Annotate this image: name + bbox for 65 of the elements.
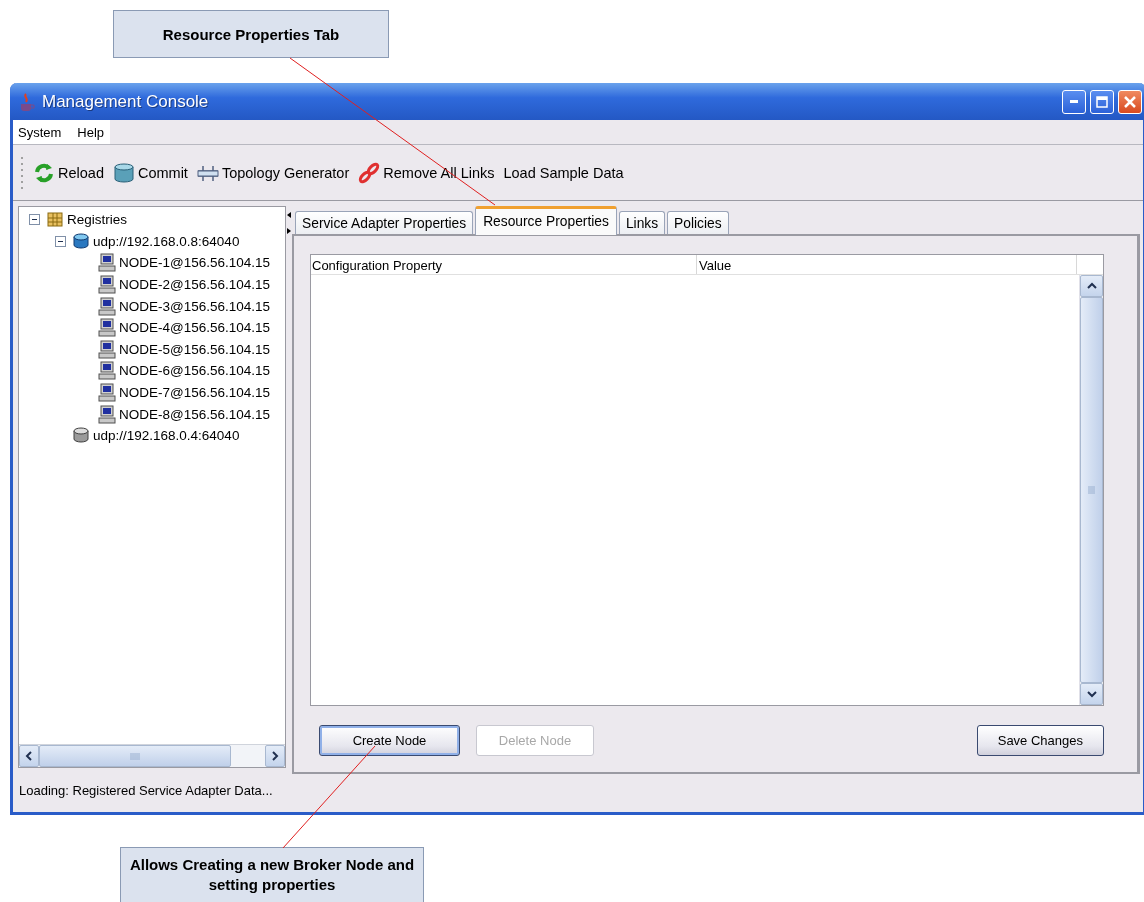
scroll-thumb[interactable] [39,745,231,767]
toolbar-button[interactable]: Load Sample Data [503,164,624,181]
toolbar-grip-icon [20,154,24,191]
computer-icon [98,361,116,381]
database-icon [72,231,90,251]
chevron-left-icon [25,751,33,761]
chevron-up-icon [1086,282,1097,290]
grid-box-icon [46,210,64,230]
tree-item[interactable]: NODE-4@156.56.104.15 [119,320,271,336]
tree-item[interactable]: udp://192.168.0.4:64040 [93,428,240,444]
computer-icon [98,404,116,424]
toolbar-button[interactable]: Reload [33,161,104,184]
button[interactable]: Save Changes [976,725,1104,756]
tree-item[interactable]: udp://192.168.0.8:64040 [93,233,240,249]
button[interactable]: Create Node [319,725,460,756]
tree-item[interactable]: NODE-1@156.56.104.15 [119,255,271,271]
column-header[interactable]: Value [697,255,1077,274]
tree-item[interactable]: Registries [67,212,128,228]
minimize-icon [1070,100,1078,103]
chevron-right-icon [271,751,279,761]
tree-item[interactable]: NODE-8@156.56.104.15 [119,406,271,422]
scroll-down-button[interactable] [1080,683,1103,705]
tree-item[interactable]: NODE-2@156.56.104.15 [119,277,271,293]
scroll-right-button[interactable] [265,745,285,767]
cup-icon [18,91,36,112]
tree-item[interactable]: NODE-6@156.56.104.15 [119,363,271,379]
tree-item[interactable]: NODE-5@156.56.104.15 [119,341,271,357]
window-title: Management Console [42,91,210,112]
tab[interactable]: Links [618,211,666,234]
collapse-icon[interactable] [28,214,40,226]
scroll-up-button[interactable] [1080,275,1103,297]
tab[interactable]: Resource Properties [475,206,617,235]
collapse-icon[interactable] [54,235,66,247]
horizontal-scrollbar[interactable] [19,744,285,767]
computer-icon [98,318,116,338]
tab[interactable]: Service Adapter Properties [295,211,474,234]
close-icon [1123,94,1137,109]
menu-item[interactable]: System [18,124,62,140]
status-text: Loading: Registered Service Adapter Data... [19,782,273,798]
tree-item[interactable]: NODE-7@156.56.104.15 [119,385,271,401]
database-icon [112,161,135,184]
callout-label: Allows Creating a new Broker Node and setting properties [120,847,424,902]
menu-item[interactable]: Help [77,124,105,140]
scroll-left-button[interactable] [19,745,39,767]
maximize-button[interactable] [1090,89,1114,114]
minimize-button[interactable] [1062,89,1086,114]
computer-icon [98,383,116,403]
arrow-left-icon [287,212,291,218]
computer-icon [98,296,116,316]
computer-icon [98,275,116,295]
broken-chain-icon [358,161,381,184]
callout-label: Resource Properties Tab [113,10,389,58]
database-icon [72,426,90,446]
maximize-icon [1096,95,1108,108]
chevron-down-icon [1086,690,1097,698]
computer-icon [98,339,116,359]
toolbar-button[interactable]: Commit [112,161,188,184]
arrow-right-icon [287,228,291,234]
tree-item[interactable]: NODE-3@156.56.104.15 [119,298,271,314]
close-button[interactable] [1118,89,1142,114]
refresh-icon [33,161,55,184]
column-header[interactable]: Configuration Property [311,255,697,274]
computer-icon [98,253,116,273]
toolbar-button[interactable]: Topology Generator [196,161,350,184]
tab[interactable]: Policies [667,211,729,234]
